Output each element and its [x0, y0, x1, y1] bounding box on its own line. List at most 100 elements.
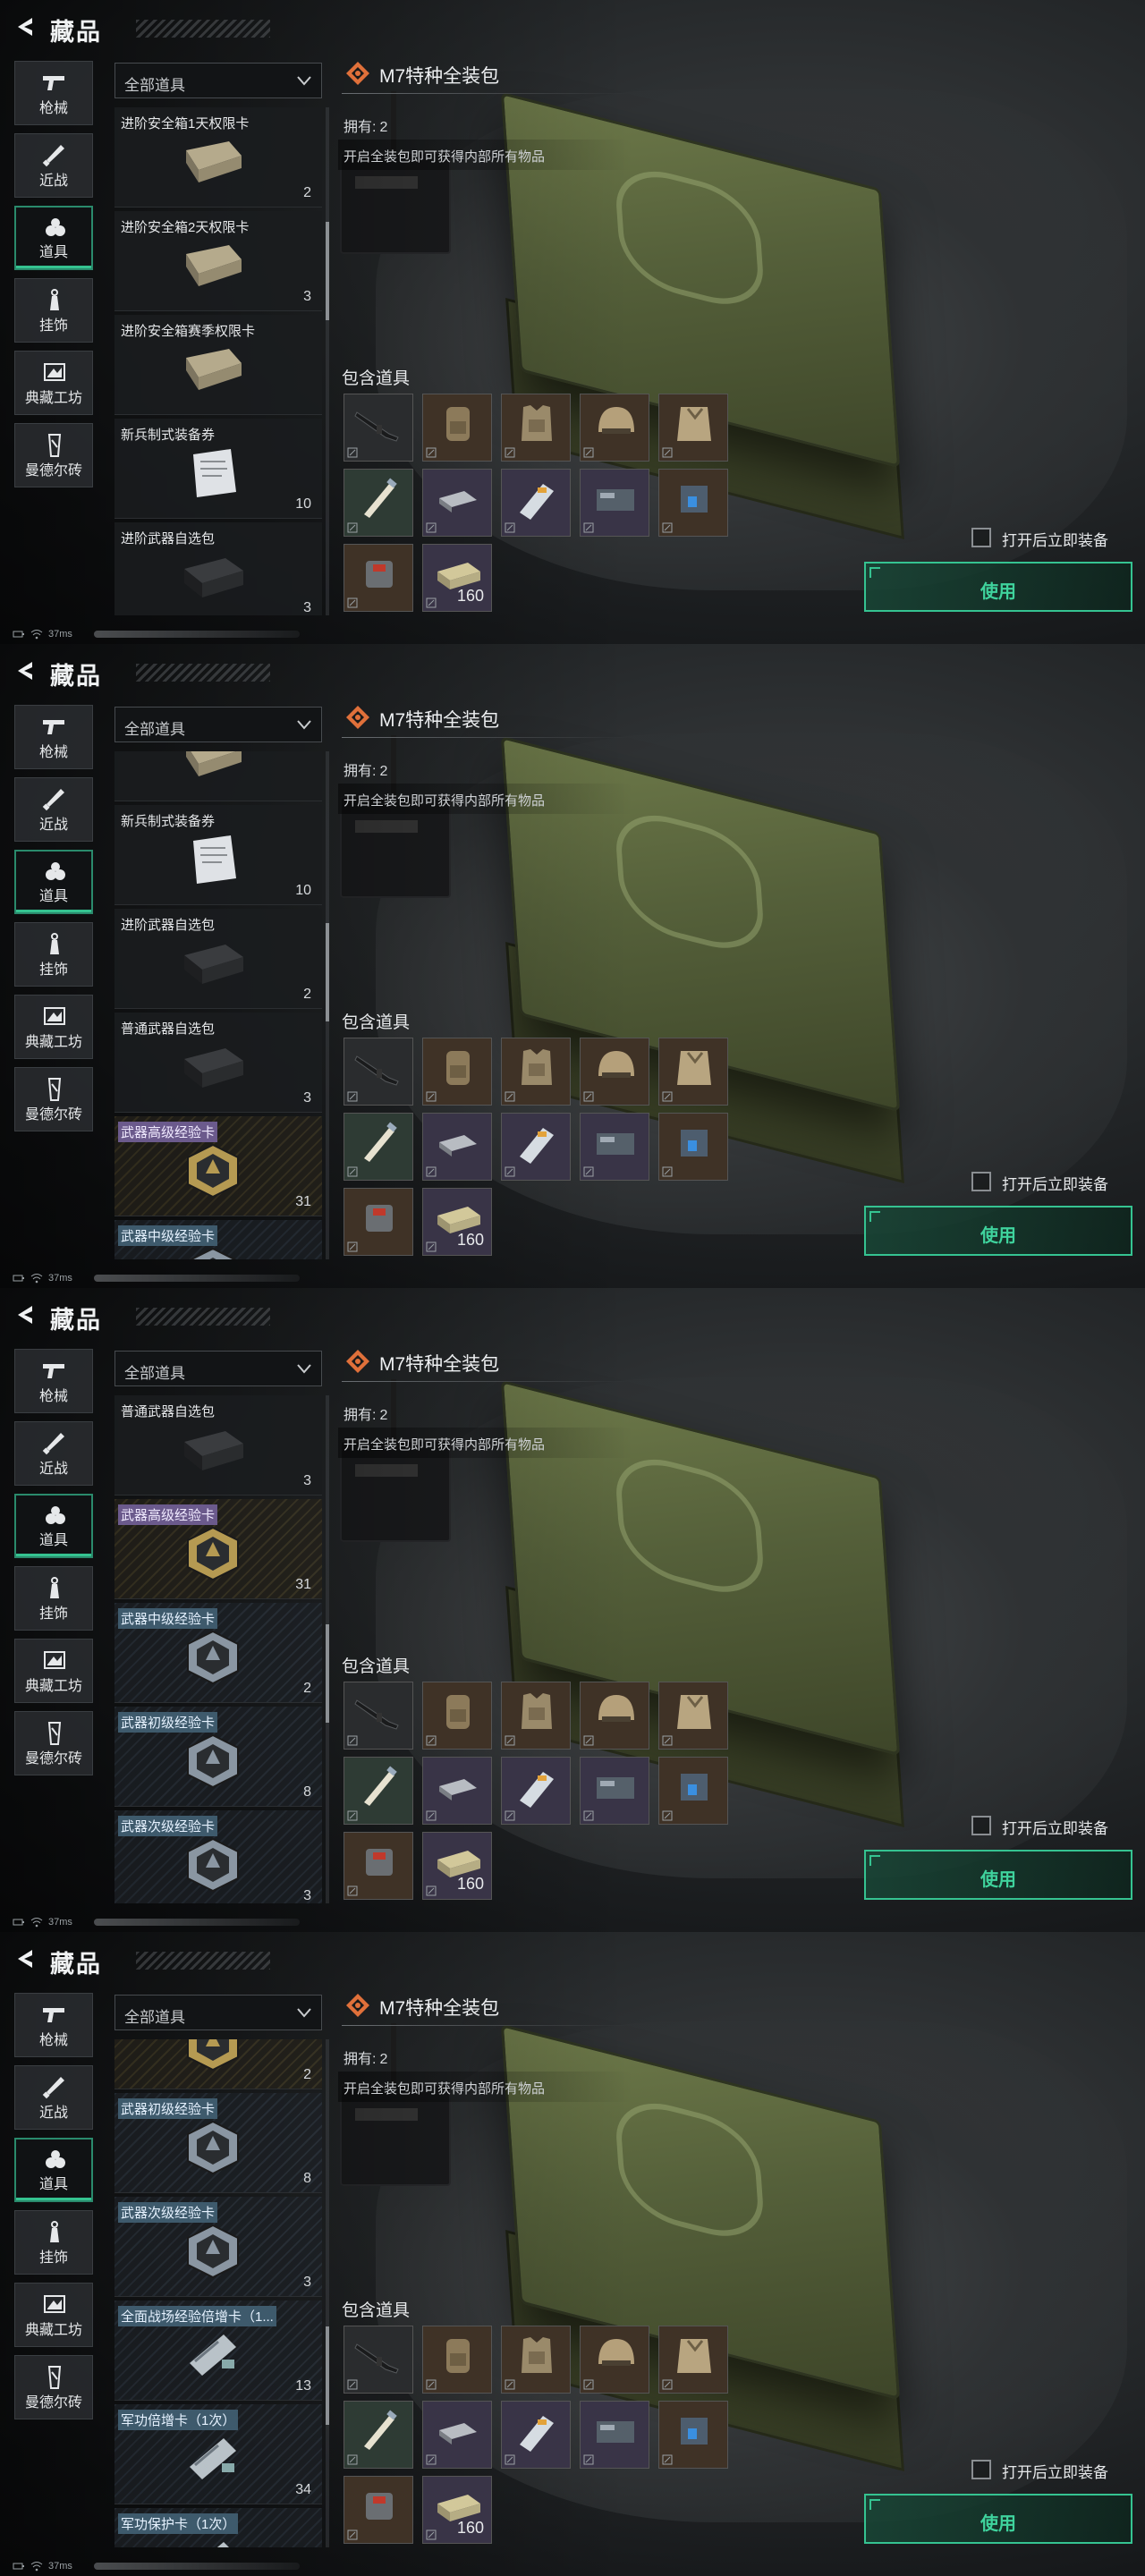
list-item[interactable]: 进阶安全箱1天权限卡 2	[114, 107, 322, 208]
list-item[interactable]: 武器高级经验卡 31	[114, 1116, 322, 1216]
sidebar-item[interactable]: 道具	[14, 2138, 93, 2202]
category-filter-dropdown[interactable]: 全部道具	[114, 1995, 322, 2030]
contents-slot[interactable]	[580, 1757, 649, 1825]
contents-slot[interactable]: 160	[422, 2476, 492, 2544]
contents-slot[interactable]	[501, 1038, 571, 1106]
back-arrow-icon[interactable]	[13, 658, 38, 683]
item-list[interactable]: 2 武器初级经验卡 8 武器次级经验卡 3 全面战场经验倍增卡（1... 13 军功倍增卡（1…	[114, 2039, 322, 2547]
list-scrollbar[interactable]	[326, 107, 329, 615]
contents-slot[interactable]	[501, 469, 571, 537]
list-item[interactable]: 军功倍增卡（1次） 34	[114, 2404, 322, 2504]
list-item[interactable]: 普通武器自选包 3	[114, 1395, 322, 1496]
list-item[interactable]: 普通武器自选包 3	[114, 1013, 322, 1113]
sidebar-item[interactable]: 枪械	[14, 1349, 93, 1413]
contents-slot[interactable]	[501, 1682, 571, 1750]
list-item[interactable]: 武器高级经验卡 31	[114, 1499, 322, 1599]
sidebar-item[interactable]: 近战	[14, 1421, 93, 1486]
contents-slot[interactable]	[344, 1038, 413, 1106]
contents-slot[interactable]	[344, 1832, 413, 1900]
item-list[interactable]: 普通武器自选包 3 武器高级经验卡 31 武器中级经验卡 2 武器初级经验卡 8 武器次级经验卡…	[114, 1395, 322, 1903]
contents-slot[interactable]: 160	[422, 1832, 492, 1900]
list-item[interactable]: 进阶安全箱2天权限卡 3	[114, 211, 322, 311]
contents-slot[interactable]	[501, 394, 571, 462]
list-item[interactable]: 全面战场经验倍增卡（1... 13	[114, 2301, 322, 2401]
sidebar-item[interactable]: 挂饰	[14, 922, 93, 987]
contents-slot[interactable]	[344, 2401, 413, 2469]
scrollbar-thumb[interactable]	[326, 2326, 329, 2425]
sidebar-item[interactable]: 典藏工坊	[14, 351, 93, 415]
contents-slot[interactable]	[344, 1113, 413, 1181]
sidebar-item[interactable]: 曼德尔砖	[14, 1711, 93, 1775]
sidebar-item[interactable]: 枪械	[14, 1993, 93, 2057]
sidebar-item[interactable]: 挂饰	[14, 1566, 93, 1631]
back-arrow-icon[interactable]	[13, 14, 38, 39]
contents-slot[interactable]: 160	[422, 1188, 492, 1256]
use-button[interactable]: 使用	[864, 1206, 1132, 1256]
list-item[interactable]: 进阶武器自选包 2	[114, 909, 322, 1009]
contents-slot[interactable]	[580, 1113, 649, 1181]
sidebar-item[interactable]: 道具	[14, 850, 93, 914]
sidebar-item[interactable]: 近战	[14, 133, 93, 198]
contents-slot[interactable]	[580, 2401, 649, 2469]
contents-slot[interactable]	[580, 2326, 649, 2394]
sidebar-item[interactable]: 近战	[14, 2065, 93, 2130]
contents-slot[interactable]	[344, 394, 413, 462]
contents-slot[interactable]	[501, 1757, 571, 1825]
contents-slot[interactable]	[422, 2326, 492, 2394]
contents-slot[interactable]	[344, 1757, 413, 1825]
sidebar-item[interactable]: 典藏工坊	[14, 2283, 93, 2347]
contents-slot[interactable]	[658, 1757, 728, 1825]
contents-slot[interactable]	[344, 544, 413, 612]
sidebar-item[interactable]: 枪械	[14, 705, 93, 769]
list-item[interactable]: 新兵制式装备券 10	[114, 805, 322, 905]
sidebar-item[interactable]: 典藏工坊	[14, 995, 93, 1059]
list-item[interactable]: 武器初级经验卡 8	[114, 2093, 322, 2193]
contents-slot[interactable]	[658, 1113, 728, 1181]
scrollbar-thumb[interactable]	[326, 923, 329, 1021]
list-item[interactable]: 武器初级经验卡 8	[114, 1707, 322, 1807]
scrollbar-thumb[interactable]	[326, 1624, 329, 1723]
sidebar-item[interactable]: 挂饰	[14, 2210, 93, 2275]
contents-slot[interactable]	[422, 1757, 492, 1825]
contents-slot[interactable]: 160	[422, 544, 492, 612]
contents-slot[interactable]	[422, 394, 492, 462]
list-item[interactable]: 进阶安全箱赛季权限卡	[114, 315, 322, 415]
sidebar-item[interactable]: 典藏工坊	[14, 1639, 93, 1703]
scrollbar-thumb[interactable]	[326, 222, 329, 320]
list-item[interactable]: 进阶武器自选包 3	[114, 522, 322, 615]
sidebar-item[interactable]: 近战	[14, 777, 93, 842]
contents-slot[interactable]	[501, 1113, 571, 1181]
list-item[interactable]: 新兵制式装备券 10	[114, 419, 322, 519]
auto-equip-checkbox[interactable]	[971, 1816, 991, 1835]
contents-slot[interactable]	[501, 2326, 571, 2394]
sidebar-item[interactable]: 曼德尔砖	[14, 1067, 93, 1131]
list-item[interactable]: 武器中级经验卡 2	[114, 1603, 322, 1703]
auto-equip-checkbox[interactable]	[971, 528, 991, 547]
use-button[interactable]: 使用	[864, 2494, 1132, 2544]
contents-slot[interactable]	[344, 1682, 413, 1750]
contents-slot[interactable]	[422, 1038, 492, 1106]
contents-slot[interactable]	[344, 469, 413, 537]
sidebar-item[interactable]: 曼德尔砖	[14, 2355, 93, 2419]
list-item[interactable]: 军功保护卡（1次）	[114, 2508, 322, 2547]
use-button[interactable]: 使用	[864, 562, 1132, 612]
contents-slot[interactable]	[344, 2326, 413, 2394]
category-filter-dropdown[interactable]: 全部道具	[114, 1351, 322, 1386]
list-scrollbar[interactable]	[326, 2039, 329, 2547]
list-item[interactable]: 武器次级经验卡 3	[114, 2197, 322, 2297]
contents-slot[interactable]	[422, 2401, 492, 2469]
contents-slot[interactable]	[580, 1038, 649, 1106]
list-item[interactable]: 武器次级经验卡 3	[114, 1810, 322, 1903]
contents-slot[interactable]	[658, 1682, 728, 1750]
category-filter-dropdown[interactable]: 全部道具	[114, 707, 322, 742]
sidebar-item[interactable]: 挂饰	[14, 278, 93, 343]
contents-slot[interactable]	[658, 2326, 728, 2394]
contents-slot[interactable]	[344, 1188, 413, 1256]
contents-slot[interactable]	[658, 1038, 728, 1106]
contents-slot[interactable]	[422, 1113, 492, 1181]
sidebar-item[interactable]: 道具	[14, 1494, 93, 1558]
sidebar-item[interactable]: 曼德尔砖	[14, 423, 93, 487]
auto-equip-checkbox[interactable]	[971, 1172, 991, 1191]
item-list[interactable]: 进阶安全箱1天权限卡 2 进阶安全箱2天权限卡 3 进阶安全箱赛季权限卡 新兵制式装备券 1…	[114, 107, 322, 615]
contents-slot[interactable]	[580, 394, 649, 462]
